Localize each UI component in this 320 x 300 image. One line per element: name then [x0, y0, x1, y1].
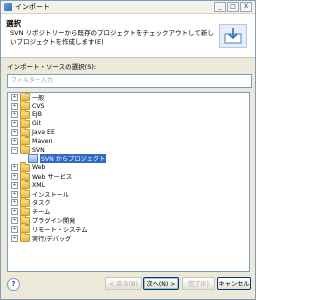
tree-item[interactable]: + 一般 — [8, 93, 249, 102]
tree-item[interactable]: + EJB — [8, 108, 249, 120]
expand-icon[interactable]: + — [11, 208, 18, 216]
next-button[interactable]: 次へ(N) > — [143, 277, 179, 290]
expand-icon[interactable]: + — [11, 137, 18, 145]
expand-icon[interactable]: + — [11, 129, 18, 137]
tree-item-label: EJB — [32, 111, 42, 119]
help-icon[interactable]: ? — [7, 278, 20, 291]
minimize-button[interactable]: _ — [214, 2, 226, 12]
tree-item[interactable]: − SVN — [8, 144, 249, 155]
back-button[interactable]: < 戻る(B) — [105, 277, 142, 290]
tree-item[interactable]: + Git — [8, 117, 249, 128]
expand-icon[interactable]: + — [11, 234, 18, 242]
tree-item[interactable]: + XML — [8, 179, 249, 190]
tree-item-label: リモート・システム — [32, 226, 88, 234]
expand-icon[interactable]: + — [11, 181, 18, 189]
tree-item-label: 実行/デバッグ — [32, 235, 72, 243]
wizard-body: インポート・ソースの選択(S): + 一般 + CVS + EJB + Git — [7, 61, 252, 272]
tree-item-label: 一般 — [32, 94, 45, 102]
tree-item[interactable]: + プラグイン開発 — [8, 214, 249, 226]
import-source-tree[interactable]: + 一般 + CVS + EJB + Git + Java EE + Maven… — [7, 92, 250, 272]
page-description: SVN リポジトリーから既存のプロジェクトをチェックアウトして新しいプロジェクト… — [10, 29, 214, 46]
tree-item-label: Maven — [32, 137, 53, 145]
collapse-icon[interactable]: − — [11, 146, 18, 154]
maximize-button[interactable]: □ — [227, 2, 239, 12]
tree-item[interactable]: + Maven — [8, 135, 249, 146]
expand-icon[interactable]: + — [11, 164, 18, 172]
expand-icon[interactable]: + — [11, 217, 18, 225]
title-bar: インポート _ □ X — [1, 1, 255, 14]
tree-item[interactable]: + Java EE — [8, 126, 249, 137]
expand-icon[interactable]: + — [11, 190, 18, 198]
folder-icon — [20, 144, 30, 155]
tree-item-label: Java EE — [32, 129, 55, 137]
cancel-button[interactable]: キャンセル — [217, 277, 251, 290]
folder-icon — [20, 232, 30, 243]
tree-item-label: プラグイン開発 — [32, 218, 76, 226]
tree-item-label: CVS — [32, 102, 45, 110]
import-dialog: インポート _ □ X 選択 SVN リポジトリーから既存のプロジェクトをチェッ… — [0, 0, 256, 300]
tree-item-label: インストール — [32, 191, 70, 199]
tree-item-label: Git — [32, 120, 41, 128]
tree-item[interactable]: + Web サービス — [8, 170, 249, 182]
tree-item-label: XML — [32, 181, 46, 189]
expand-icon[interactable]: + — [11, 120, 18, 128]
window-title: インポート — [15, 3, 50, 11]
wizard-header: 選択 SVN リポジトリーから既存のプロジェクトをチェックアウトして新しいプロジ… — [1, 14, 255, 58]
app-icon — [4, 3, 12, 11]
expand-icon[interactable]: + — [11, 225, 18, 233]
tree-item[interactable]: + リモート・システム — [8, 223, 249, 234]
tree-item-label: Web サービス — [32, 174, 73, 182]
close-button[interactable]: X — [240, 2, 252, 12]
tree-item[interactable]: + タスク — [8, 196, 249, 208]
tree-item-label: SVN からプロジェクト — [40, 154, 107, 164]
tree-item-selected[interactable]: SVN からプロジェクト — [8, 154, 249, 164]
expand-icon[interactable]: + — [11, 173, 18, 181]
tree-item-label: SVN — [32, 146, 45, 154]
svn-project-icon — [28, 154, 38, 164]
button-bar: ? < 戻る(B) 次へ(N) > 完了(F) キャンセル — [1, 273, 255, 299]
expand-icon[interactable]: + — [11, 111, 18, 119]
filter-input[interactable] — [7, 74, 252, 88]
import-wizard-icon — [219, 24, 247, 48]
tree-item[interactable]: + インストール — [8, 188, 249, 199]
tree-item-label: タスク — [32, 200, 51, 208]
tree-item[interactable]: + チーム — [8, 205, 249, 217]
tree-item[interactable]: + Web — [8, 161, 249, 172]
tree-item[interactable]: + 実行/デバッグ — [8, 232, 249, 243]
tree-item[interactable]: + CVS — [8, 100, 249, 111]
expand-icon[interactable]: + — [11, 102, 18, 110]
tree-item-label: Web — [32, 164, 46, 172]
window-controls: _ □ X — [214, 2, 252, 12]
expand-icon[interactable]: + — [11, 93, 18, 101]
tree-item-label: チーム — [32, 209, 51, 217]
finish-button[interactable]: 完了(F) — [182, 277, 215, 290]
page-title: 選択 — [6, 19, 21, 28]
expand-icon[interactable]: + — [11, 199, 18, 207]
source-label: インポート・ソースの選択(S): — [7, 63, 97, 71]
